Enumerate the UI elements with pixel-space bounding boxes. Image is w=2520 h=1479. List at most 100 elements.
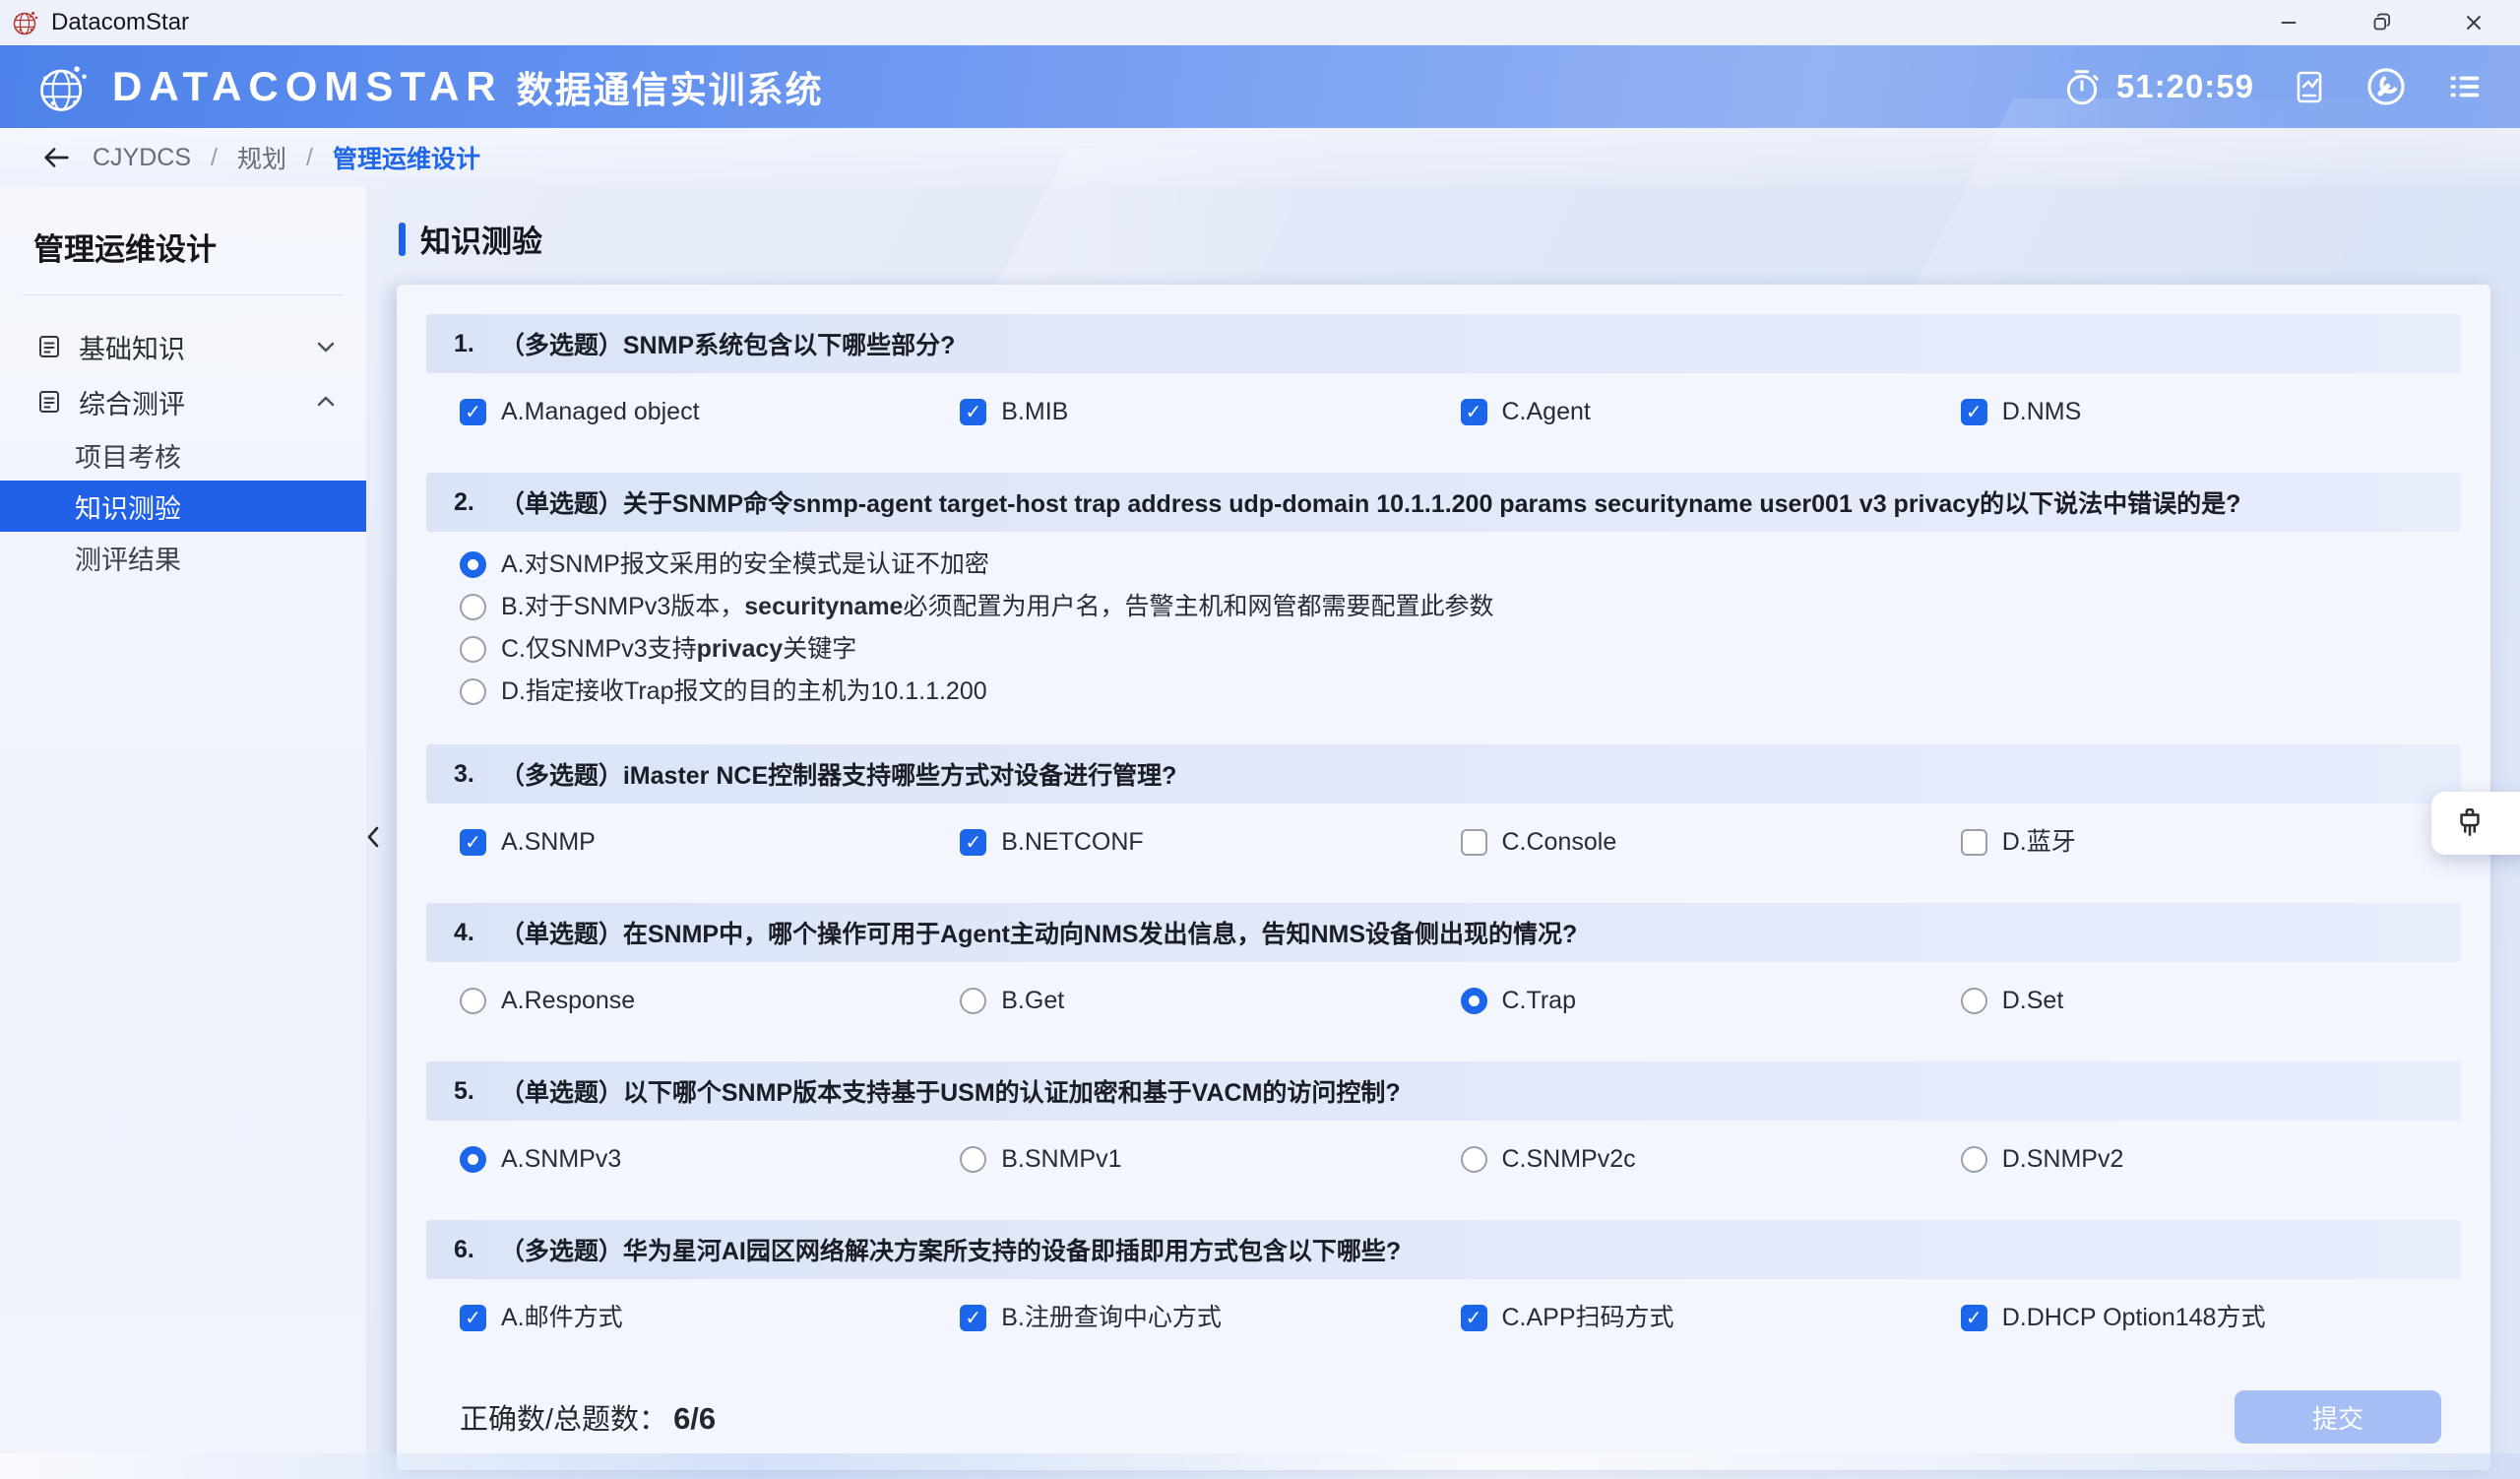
radio-icon[interactable] bbox=[1961, 988, 1987, 1014]
answer-option-label: C.Trap bbox=[1502, 986, 1576, 1016]
question-text: （多选题）华为星河AI园区网络解决方案所支持的设备即插即用方式包含以下哪些? bbox=[500, 1232, 1401, 1267]
question-number: 2. bbox=[454, 488, 474, 517]
sidebar-group-comprehensive-assessment[interactable]: 综合测评 bbox=[0, 374, 366, 429]
breadcrumb-current: 管理运维设计 bbox=[333, 140, 480, 175]
answer-option[interactable]: C.仅SNMPv3支持privacy关键字 bbox=[460, 634, 2461, 665]
question-number: 1. bbox=[454, 330, 474, 358]
checkbox-icon[interactable] bbox=[960, 1305, 986, 1331]
radio-icon[interactable] bbox=[1461, 988, 1487, 1014]
answer-option[interactable]: B.对于SNMPv3版本，securityname必须配置为用户名，告警主机和网… bbox=[460, 592, 2461, 622]
checkbox-icon[interactable] bbox=[460, 399, 486, 425]
answer-option[interactable]: C.Agent bbox=[1461, 397, 1961, 427]
answer-option-label: C.APP扫码方式 bbox=[1502, 1303, 1674, 1333]
checkbox-icon[interactable] bbox=[960, 829, 986, 856]
menu-button[interactable] bbox=[2443, 65, 2487, 108]
radio-icon[interactable] bbox=[460, 1146, 486, 1173]
clear-floating-button[interactable] bbox=[2431, 792, 2520, 855]
answer-option[interactable]: D.指定接收Trap报文的目的主机为10.1.1.200 bbox=[460, 676, 2461, 707]
radio-icon[interactable] bbox=[460, 678, 486, 705]
answer-option[interactable]: D.DHCP Option148方式 bbox=[1961, 1303, 2461, 1333]
app-window: DatacomStar bbox=[0, 0, 2520, 1479]
minimize-button[interactable] bbox=[2242, 0, 2335, 45]
checkbox-icon[interactable] bbox=[960, 399, 986, 425]
checkbox-icon[interactable] bbox=[460, 829, 486, 856]
radio-icon[interactable] bbox=[460, 551, 486, 578]
answer-option-label: A.Managed object bbox=[501, 397, 700, 427]
answer-option-label: D.Set bbox=[2002, 986, 2064, 1016]
sidebar-item-knowledge-quiz[interactable]: 知识测验 bbox=[0, 481, 366, 532]
checkbox-icon[interactable] bbox=[1961, 399, 1987, 425]
radio-icon[interactable] bbox=[960, 988, 986, 1014]
radio-icon[interactable] bbox=[460, 636, 486, 663]
checkbox-icon[interactable] bbox=[460, 1305, 486, 1331]
answer-option[interactable]: B.SNMPv1 bbox=[960, 1144, 1460, 1175]
checkbox-icon[interactable] bbox=[1961, 1305, 1987, 1331]
sidebar-item-project-assessment[interactable]: 项目考核 bbox=[0, 429, 366, 481]
radio-icon[interactable] bbox=[1461, 1146, 1487, 1173]
back-button[interactable] bbox=[39, 141, 73, 174]
answer-option-label: B.对于SNMPv3版本，securityname必须配置为用户名，告警主机和网… bbox=[501, 592, 1493, 622]
answer-option[interactable]: A.Response bbox=[460, 986, 960, 1016]
page-title-row: 知识测验 bbox=[399, 217, 2490, 261]
report-button[interactable] bbox=[2290, 67, 2329, 106]
breadcrumb-item[interactable]: CJYDCS bbox=[93, 144, 191, 172]
breadcrumb-separator: / bbox=[211, 144, 218, 172]
question-text: （多选题）iMaster NCE控制器支持哪些方式对设备进行管理? bbox=[500, 756, 1177, 792]
answer-option-label: B.MIB bbox=[1001, 397, 1068, 427]
answer-option[interactable]: A.SNMPv3 bbox=[460, 1144, 960, 1175]
answer-option[interactable]: B.注册查询中心方式 bbox=[960, 1303, 1460, 1333]
breadcrumb-item[interactable]: 规划 bbox=[237, 140, 286, 175]
answer-option[interactable]: D.蓝牙 bbox=[1961, 827, 2461, 858]
tools-button[interactable] bbox=[2364, 65, 2408, 108]
answer-option[interactable]: A.Managed object bbox=[460, 397, 960, 427]
chevron-left-icon bbox=[363, 822, 383, 852]
title-accent-bar bbox=[399, 223, 406, 256]
submit-button[interactable]: 提交 bbox=[2235, 1390, 2441, 1444]
breadcrumb: CJYDCS / 规划 / 管理运维设计 bbox=[0, 128, 2520, 187]
checkbox-icon[interactable] bbox=[1461, 829, 1487, 856]
answer-option[interactable]: C.APP扫码方式 bbox=[1461, 1303, 1961, 1333]
sidebar-group-label: 基础知识 bbox=[79, 328, 185, 366]
answer-option[interactable]: C.Trap bbox=[1461, 986, 1961, 1016]
radio-icon[interactable] bbox=[1961, 1146, 1987, 1173]
answer-option[interactable]: A.邮件方式 bbox=[460, 1303, 960, 1333]
answer-option[interactable]: C.Console bbox=[1461, 827, 1961, 858]
answer-option-label: D.NMS bbox=[2002, 397, 2082, 427]
answer-option[interactable]: A.对SNMP报文采用的安全模式是认证不加密 bbox=[460, 549, 2461, 580]
answer-option[interactable]: B.Get bbox=[960, 986, 1460, 1016]
checkbox-icon[interactable] bbox=[1461, 399, 1487, 425]
radio-icon[interactable] bbox=[960, 1146, 986, 1173]
answer-option-label: C.仅SNMPv3支持privacy关键字 bbox=[501, 634, 856, 665]
answer-option[interactable]: D.Set bbox=[1961, 986, 2461, 1016]
options: A.Managed object B.MIB C.Agent D.NMS bbox=[426, 373, 2461, 457]
answer-option[interactable]: A.SNMP bbox=[460, 827, 960, 858]
close-button[interactable] bbox=[2427, 0, 2520, 45]
radio-icon[interactable] bbox=[460, 594, 486, 620]
answer-option[interactable]: B.MIB bbox=[960, 397, 1460, 427]
window-controls bbox=[2242, 0, 2520, 45]
breadcrumb-separator: / bbox=[306, 144, 313, 172]
radio-icon[interactable] bbox=[460, 988, 486, 1014]
checkbox-icon[interactable] bbox=[1461, 1305, 1487, 1331]
restore-button[interactable] bbox=[2335, 0, 2427, 45]
app-header: DATACOMSTAR 数据通信实训系统 51:20:59 bbox=[0, 45, 2520, 128]
answer-option[interactable]: D.NMS bbox=[1961, 397, 2461, 427]
answer-option[interactable]: B.NETCONF bbox=[960, 827, 1460, 858]
answer-option[interactable]: C.SNMPv2c bbox=[1461, 1144, 1961, 1175]
answer-option-label: D.指定接收Trap报文的目的主机为10.1.1.200 bbox=[501, 676, 987, 707]
question-number: 6. bbox=[454, 1236, 474, 1264]
answer-option-label: D.DHCP Option148方式 bbox=[2002, 1303, 2266, 1333]
answer-option[interactable]: D.SNMPv2 bbox=[1961, 1144, 2461, 1175]
page-title: 知识测验 bbox=[420, 217, 542, 261]
sidebar-collapse-handle[interactable] bbox=[358, 817, 388, 857]
sidebar-item-assessment-results[interactable]: 测评结果 bbox=[0, 532, 366, 583]
header-actions: 51:20:59 bbox=[2061, 65, 2487, 108]
question-number: 4. bbox=[454, 919, 474, 947]
options: A.邮件方式B.注册查询中心方式 C.APP扫码方式 D.DHCP Option14… bbox=[426, 1279, 2461, 1363]
quiz-panel: 1.（多选题）SNMP系统包含以下哪些部分?A.Managed objectB.… bbox=[397, 285, 2490, 1470]
sidebar-group-basic-knowledge[interactable]: 基础知识 bbox=[0, 319, 366, 374]
chevron-down-icon bbox=[313, 334, 339, 359]
checkbox-icon[interactable] bbox=[1961, 829, 1987, 856]
content-area: 管理运维设计 基础知识 bbox=[0, 187, 2520, 1479]
tools-icon bbox=[2364, 65, 2408, 108]
